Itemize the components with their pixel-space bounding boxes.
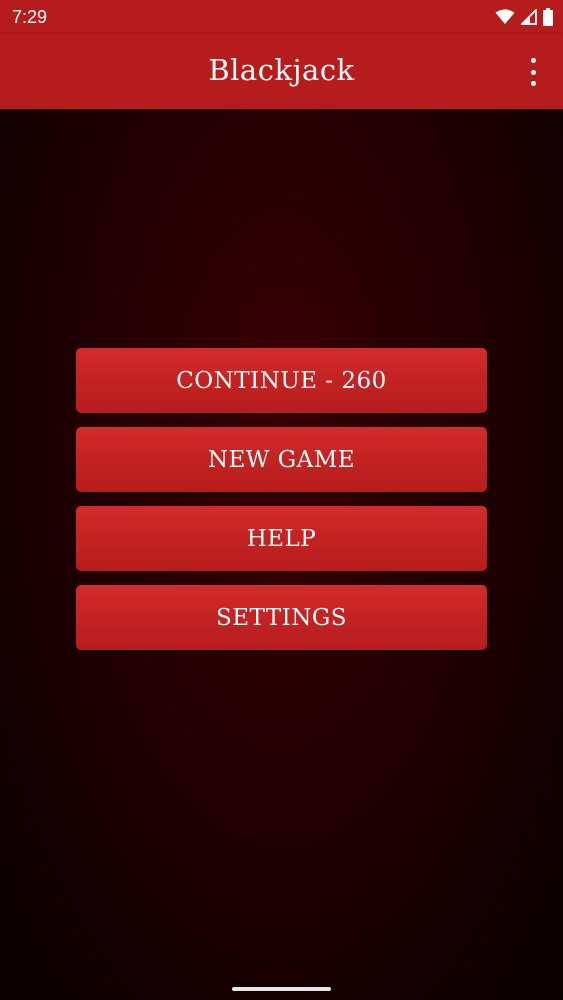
status-time: 7:29: [12, 7, 48, 27]
app-title: Blackjack: [208, 53, 355, 87]
new-game-button[interactable]: NEW GAME: [76, 427, 487, 492]
menu-dot: [530, 58, 536, 63]
menu-dot: [530, 81, 536, 86]
status-icons: [495, 6, 553, 28]
main-menu: CONTINUE - 260 NEW GAME HELP SETTINGS: [76, 348, 487, 664]
main-content: CONTINUE - 260 NEW GAME HELP SETTINGS: [0, 109, 563, 1000]
more-vert-icon[interactable]: [523, 58, 543, 86]
status-bar: 7:29: [0, 0, 563, 34]
cell-signal-icon: [521, 9, 537, 25]
app-bar: Blackjack: [0, 34, 563, 109]
menu-dot: [530, 69, 536, 75]
help-button[interactable]: HELP: [76, 506, 487, 571]
battery-icon: [543, 8, 553, 26]
wifi-icon: [495, 9, 515, 24]
continue-button[interactable]: CONTINUE - 260: [76, 348, 487, 413]
settings-button[interactable]: SETTINGS: [76, 585, 487, 650]
home-indicator[interactable]: [232, 987, 331, 991]
